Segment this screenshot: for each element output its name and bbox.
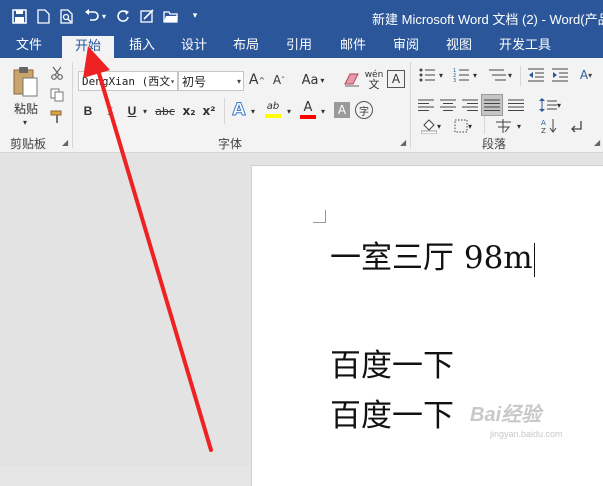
annotation-arrow-icon — [83, 46, 213, 452]
